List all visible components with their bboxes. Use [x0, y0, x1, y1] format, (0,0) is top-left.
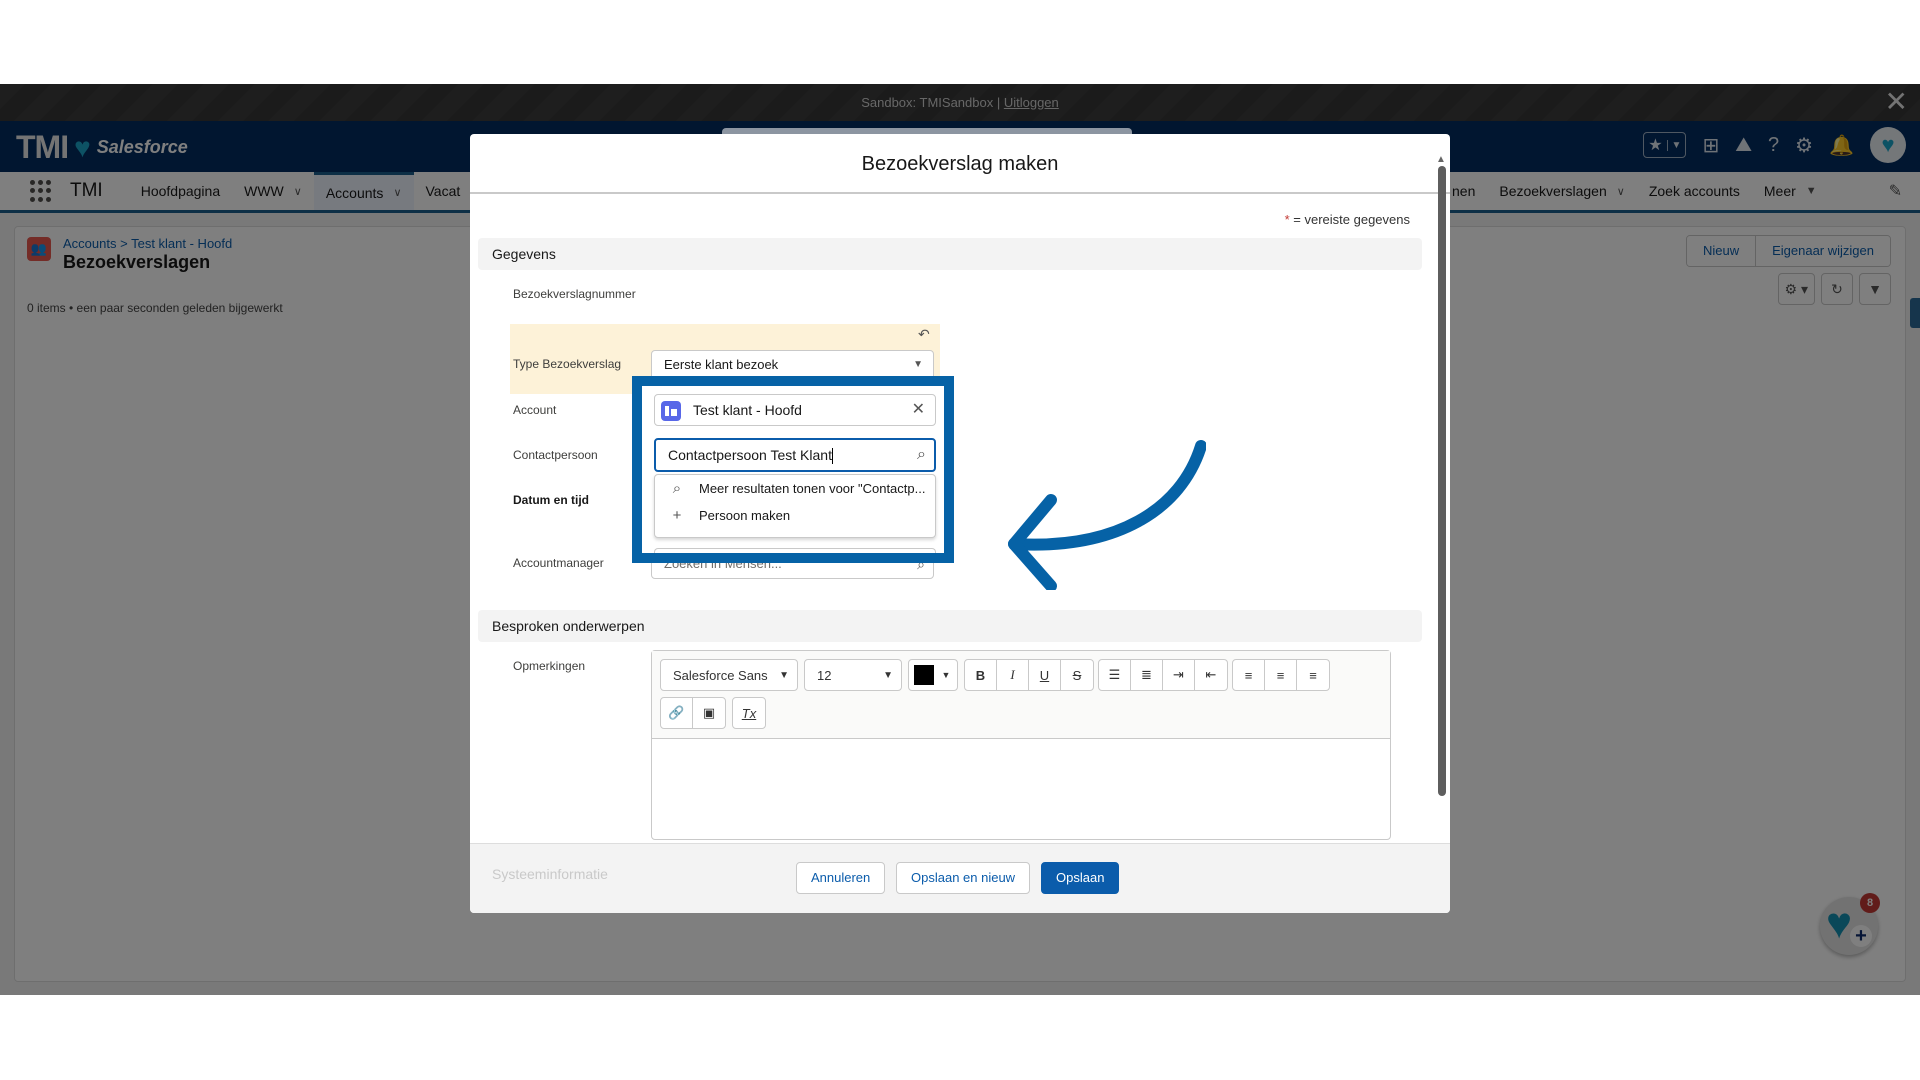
label-type: Type Bezoekverslag [513, 357, 622, 371]
caret-down-icon: ▼ [913, 359, 923, 370]
salesforce-app: Sandbox: TMISandbox | Uitloggen ✕ TMI ♥ … [0, 84, 1920, 995]
label-accountmanager: Accountmanager [513, 556, 604, 570]
caret-down-icon: ▼ [883, 669, 893, 681]
align-group: ≡ ≡ ≡ [1232, 659, 1330, 691]
notes-rich-text-editor: Salesforce Sans ▼ 12 ▼ ▼ B I U S ☰ ≣ ⇥ ⇤ ≡ [651, 650, 1391, 840]
annotation-arrow-icon [1008, 440, 1206, 590]
rte-toolbar: Salesforce Sans ▼ 12 ▼ ▼ B I U S ☰ ≣ ⇥ ⇤ ≡ [652, 651, 1390, 739]
modal-scrollbar[interactable]: ▲ [1436, 154, 1446, 894]
strikethrough-icon[interactable]: S [1061, 660, 1093, 690]
list-group: ☰ ≣ ⇥ ⇤ [1098, 659, 1228, 691]
label-opmerkingen: Opmerkingen [513, 659, 586, 673]
dropdown-label: Persoon maken [699, 508, 791, 523]
type-value: Eerste klant bezoek [664, 357, 779, 372]
italic-icon[interactable]: I [997, 660, 1029, 690]
search-icon[interactable]: ⌕ [917, 440, 926, 470]
text-color-button[interactable]: ▼ [908, 659, 958, 691]
cancel-button[interactable]: Annuleren [796, 862, 886, 894]
align-center-icon[interactable]: ≡ [1265, 660, 1297, 690]
clear-formatting-icon[interactable]: Tx [733, 698, 765, 728]
save-button[interactable]: Opslaan [1041, 862, 1120, 894]
insert-group: 🔗 ▣ [660, 697, 726, 729]
align-right-icon[interactable]: ≡ [1297, 660, 1329, 690]
format-group: B I U S [964, 659, 1094, 691]
font-family-select[interactable]: Salesforce Sans ▼ [660, 659, 798, 691]
annotation-highlight-frame: Test klant - Hoofd ✕ Contactpersoon Test… [632, 376, 954, 563]
label-account: Account [513, 403, 557, 417]
section-besproken-onderwerpen[interactable]: Besproken onderwerpen [478, 610, 1422, 642]
color-swatch [914, 665, 934, 685]
clear-format-group: Tx [732, 697, 766, 729]
account-lookup-pill[interactable]: Test klant - Hoofd ✕ [654, 394, 936, 426]
scroll-up-icon[interactable]: ▲ [1436, 154, 1446, 165]
image-icon[interactable]: ▣ [693, 698, 725, 728]
text-cursor [831, 448, 833, 465]
indent-icon[interactable]: ⇥ [1163, 660, 1195, 690]
underline-icon[interactable]: U [1029, 660, 1061, 690]
lookup-dropdown: ⌕ Meer resultaten tonen voor "Contactp...… [654, 474, 936, 538]
close-icon[interactable]: ✕ [912, 395, 925, 425]
account-icon [661, 401, 681, 421]
bold-icon[interactable]: B [965, 660, 997, 690]
outdent-icon[interactable]: ⇤ [1195, 660, 1227, 690]
account-value: Test klant - Hoofd [693, 402, 802, 418]
create-visit-report-modal: Bezoekverslag maken * = vereiste gegeven… [470, 134, 1450, 913]
required-text: = vereiste gegevens [1293, 212, 1410, 227]
modal-footer: Systeeminformatie Annuleren Opslaan en n… [470, 843, 1450, 913]
section-systeeminformatie: Systeeminformatie [492, 866, 608, 882]
notes-textarea[interactable] [652, 739, 1390, 839]
search-icon: ⌕ [672, 480, 682, 497]
label-datum-tijd: Datum en tijd [513, 493, 590, 507]
save-and-new-button[interactable]: Opslaan en nieuw [896, 862, 1031, 894]
font-family-value: Salesforce Sans [673, 667, 768, 683]
numbered-list-icon[interactable]: ≣ [1131, 660, 1163, 690]
font-size-select[interactable]: 12 ▼ [804, 659, 902, 691]
label-contactpersoon: Contactpersoon [513, 448, 598, 462]
font-size-value: 12 [817, 667, 832, 683]
caret-down-icon: ▼ [941, 670, 951, 680]
label-bezoekverslagnummer: Bezoekverslagnummer [513, 287, 636, 301]
dropdown-create-person[interactable]: + Persoon maken [655, 502, 935, 529]
undo-icon[interactable]: ↶ [918, 326, 930, 343]
modal-title: Bezoekverslag maken [470, 134, 1450, 194]
required-note: * = vereiste gegevens [1285, 212, 1410, 227]
section-gegevens[interactable]: Gegevens [478, 238, 1422, 270]
bullet-list-icon[interactable]: ☰ [1099, 660, 1131, 690]
dropdown-label: Meer resultaten tonen voor "Contactp... [699, 481, 926, 496]
scrollbar-thumb[interactable] [1438, 166, 1446, 796]
required-star: * [1284, 212, 1290, 227]
caret-down-icon: ▼ [779, 669, 789, 681]
plus-icon: + [672, 507, 682, 524]
dropdown-more-results[interactable]: ⌕ Meer resultaten tonen voor "Contactp... [655, 475, 935, 502]
contact-input-value: Contactpersoon Test Klant [668, 447, 832, 463]
accountmanager-field-top [654, 548, 936, 553]
align-left-icon[interactable]: ≡ [1233, 660, 1265, 690]
lookup-focus-area: Test klant - Hoofd ✕ Contactpersoon Test… [642, 386, 944, 553]
link-icon[interactable]: 🔗 [661, 698, 693, 728]
contact-lookup-input[interactable]: Contactpersoon Test Klant ⌕ [654, 438, 936, 472]
